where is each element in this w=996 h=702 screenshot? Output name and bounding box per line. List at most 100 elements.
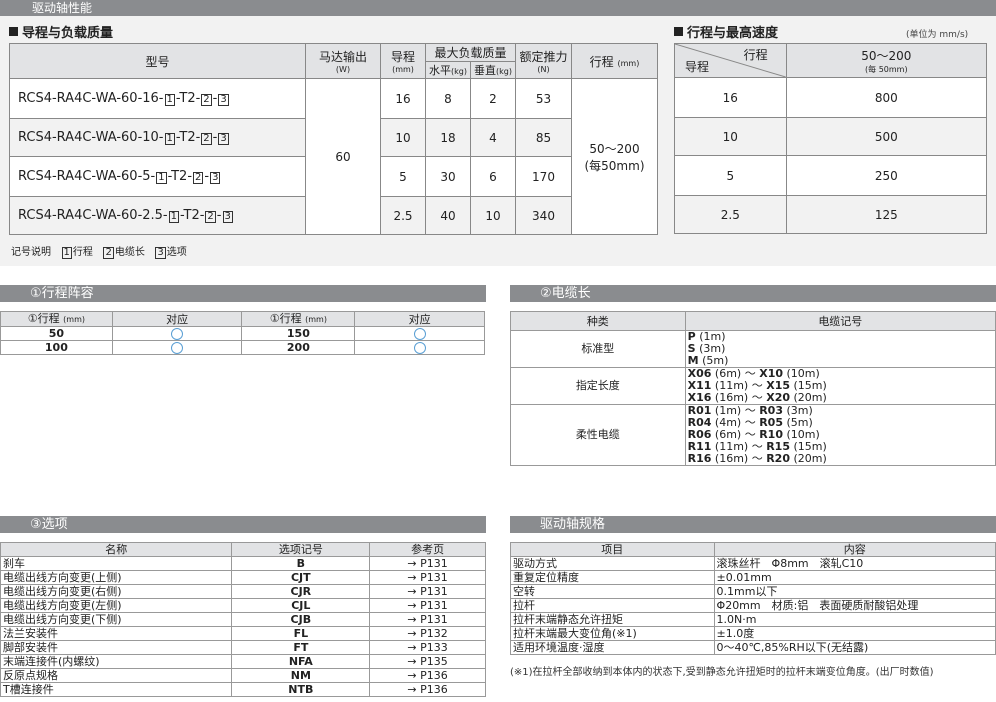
spec-row: 拉杆 Φ20mm 材质:铝 表面硬质耐酸铝处理 bbox=[510, 598, 996, 613]
perf-title: 导程与负载质量 bbox=[9, 22, 113, 41]
perf-header-model: 型号 bbox=[9, 43, 306, 79]
speed-lead-cell: 10 bbox=[674, 117, 787, 156]
spec-table: 项目 内容 驱动方式 滚珠丝杆 Φ8mm 滚轧C10 重复定位精度 ±0.01mm … bbox=[510, 542, 996, 655]
horiz-cell: 18 bbox=[425, 118, 471, 157]
speed-lead-cell: 5 bbox=[674, 155, 787, 196]
speed-unit: (单位为 mm/s) bbox=[906, 30, 969, 40]
cable-kind-header: 种类 bbox=[510, 311, 686, 331]
cable-bar: ②电缆长 bbox=[510, 285, 996, 302]
stroke-value: 50～200 (每50mm) bbox=[571, 78, 658, 235]
options-header-page: 参考页 bbox=[369, 542, 486, 557]
option-row: 刹车 B → P131 bbox=[0, 556, 486, 571]
perf-header-horizontal: 水平(kg) bbox=[425, 61, 471, 79]
perf-table: 型号 马达输出 (W) 导程 (mm) 最大负载质量 额定推力 (N) 行程 (mm)… bbox=[9, 43, 658, 235]
top-section-bar: 驱动轴性能 bbox=[0, 0, 996, 16]
symbol-legend: 记号说明 1 行程 2 电缆长 3 选项 bbox=[11, 247, 187, 259]
spec-header-item: 项目 bbox=[510, 542, 715, 557]
thrust-cell: 85 bbox=[515, 118, 572, 157]
spec-header-content: 内容 bbox=[713, 542, 996, 557]
spec-row: 重复定位精度 ±0.01mm bbox=[510, 570, 996, 585]
supported-circle-icon bbox=[413, 342, 426, 354]
stroke-row: 50 150 bbox=[0, 326, 485, 341]
cable-kind: 柔性电缆 bbox=[510, 404, 686, 466]
motor-value: 60 bbox=[305, 78, 381, 235]
vert-cell: 4 bbox=[470, 118, 516, 157]
thrust-cell: 340 bbox=[515, 196, 572, 235]
square-bullet-icon bbox=[9, 27, 18, 36]
stroke-list-table: ①行程 (mm) 对应 ①行程 (mm) 对应 50 150 100 200 bbox=[0, 311, 485, 355]
horiz-cell: 40 bbox=[425, 196, 471, 235]
cable-codes: P (1m) S (3m) M (5m) bbox=[684, 330, 996, 368]
model-cell: RCS4-RA4C-WA-60-16- 1 -T2- 2-3 bbox=[9, 78, 306, 119]
spec-row: 拉杆末端静态允许扭矩 1.0N·m bbox=[510, 612, 996, 627]
option-row: 电缆出线方向变更(下侧) CJB → P131 bbox=[0, 612, 486, 627]
lead-cell: 2.5 bbox=[380, 196, 426, 235]
spec-row: 拉杆末端最大变位角(※1) ±1.0度 bbox=[510, 626, 996, 641]
stroke-header: ①行程 (mm) bbox=[241, 311, 356, 327]
horiz-cell: 30 bbox=[425, 156, 471, 197]
lead-cell: 5 bbox=[380, 156, 426, 197]
perf-header-motor: 马达输出 (W) bbox=[305, 43, 381, 79]
speed-title: 行程与最高速度 bbox=[674, 22, 778, 41]
thrust-cell: 53 bbox=[515, 78, 572, 119]
spec-row: 驱动方式 滚珠丝杆 Φ8mm 滚轧C10 bbox=[510, 556, 996, 571]
model-cell: RCS4-RA4C-WA-60-2.5- 1 -T2- 2-3 bbox=[9, 196, 306, 235]
model-cell: RCS4-RA4C-WA-60-5- 1 -T2- 2-3 bbox=[9, 156, 306, 197]
speed-header-diag: 行程 导程 bbox=[674, 43, 787, 78]
speed-lead-cell: 2.5 bbox=[674, 195, 787, 234]
option-row: T槽连接件 NTB → P136 bbox=[0, 682, 486, 697]
option-row: 末端连接件(内螺纹) NFA → P135 bbox=[0, 654, 486, 669]
stroke-row: 100 200 bbox=[0, 340, 485, 355]
lead-cell: 16 bbox=[380, 78, 426, 119]
cable-codes: X06 (6m) ～ X10 (10m) X11 (11m) ～ X15 (15… bbox=[684, 367, 996, 405]
cable-codes: R01 (1m) ～ R03 (3m) R04 (4m) ～ R05 (5m) … bbox=[684, 404, 996, 466]
option-row: 脚部安装件 FT → P133 bbox=[0, 640, 486, 655]
option-row: 法兰安装件 FL → P132 bbox=[0, 626, 486, 641]
cable-table: 种类 电缆记号 标准型 P (1m) S (3m) M (5m) 指定长度 X06… bbox=[510, 311, 996, 466]
perf-header-thrust: 额定推力 (N) bbox=[515, 43, 572, 79]
options-table: 名称 选项记号 参考页 刹车 B → P131 电缆出线方向变更(上侧) CJT → P… bbox=[0, 542, 486, 697]
horiz-cell: 8 bbox=[425, 78, 471, 119]
speed-value-cell: 800 bbox=[785, 77, 988, 118]
top-bar-title: 驱动轴性能 bbox=[32, 1, 93, 15]
options-header-name: 名称 bbox=[0, 542, 233, 557]
option-row: 电缆出线方向变更(右侧) CJR → P131 bbox=[0, 584, 486, 599]
supported-circle-icon bbox=[171, 342, 184, 354]
stroke-header: ①行程 (mm) bbox=[0, 311, 113, 327]
spec-row: 空转 0.1mm以下 bbox=[510, 584, 996, 599]
model-cell: RCS4-RA4C-WA-60-10- 1 -T2- 2-3 bbox=[9, 118, 306, 157]
supported-circle-icon bbox=[413, 328, 426, 340]
cable-kind: 指定长度 bbox=[510, 367, 686, 405]
spec-row: 适用环境温度·湿度 0～40℃,85%RH以下(无结露) bbox=[510, 640, 996, 655]
speed-table: 行程 导程 50～200 (每 50mm) 16 800 10 500 5 250 2.… bbox=[674, 43, 988, 234]
spec-note: (※1)在拉杆全部收纳到本体内的状态下,受到静态允许扭矩时的拉杆末端变位角度。(… bbox=[510, 667, 934, 678]
perf-header-stroke: 行程 (mm) bbox=[571, 43, 658, 79]
support-header: 对应 bbox=[354, 311, 485, 327]
cable-kind: 标准型 bbox=[510, 330, 686, 368]
option-row: 电缆出线方向变更(左侧) CJL → P131 bbox=[0, 598, 486, 613]
cable-code-header: 电缆记号 bbox=[684, 311, 996, 331]
vert-cell: 6 bbox=[470, 156, 516, 197]
options-bar: ③选项 bbox=[0, 516, 486, 533]
square-bullet-icon bbox=[674, 27, 683, 36]
speed-lead-cell: 16 bbox=[674, 77, 787, 118]
supported-circle-icon bbox=[171, 328, 184, 340]
thrust-cell: 170 bbox=[515, 156, 572, 197]
options-header-code: 选项记号 bbox=[231, 542, 371, 557]
perf-row: RCS4-RA4C-WA-60-16- 1 -T2- 2-3 60 16 8 2 53… bbox=[9, 78, 658, 235]
speed-value-cell: 125 bbox=[785, 195, 988, 234]
stroke-list-bar: ①行程阵容 bbox=[0, 285, 486, 302]
speed-header-range: 50～200 (每 50mm) bbox=[785, 43, 988, 78]
vert-cell: 2 bbox=[470, 78, 516, 119]
lead-cell: 10 bbox=[380, 118, 426, 157]
perf-header-maxload: 最大负载质量 bbox=[425, 43, 516, 62]
option-row: 电缆出线方向变更(上侧) CJT → P131 bbox=[0, 570, 486, 585]
perf-header-lead: 导程 (mm) bbox=[380, 43, 426, 79]
speed-value-cell: 250 bbox=[785, 155, 988, 196]
perf-header-vertical: 垂直(kg) bbox=[470, 61, 516, 79]
vert-cell: 10 bbox=[470, 196, 516, 235]
option-row: 反原点规格 NM → P136 bbox=[0, 668, 486, 683]
speed-value-cell: 500 bbox=[785, 117, 988, 156]
support-header: 对应 bbox=[111, 311, 243, 327]
spec-bar: 驱动轴规格 bbox=[510, 516, 996, 533]
